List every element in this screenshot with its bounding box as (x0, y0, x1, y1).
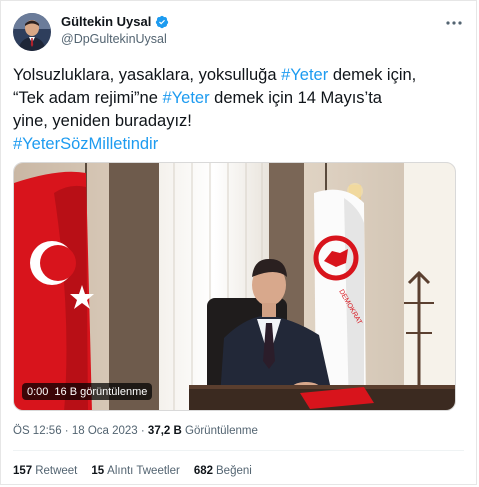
video-player[interactable]: DEMOKRAT 0:00 16 B görüntülenme (13, 162, 456, 411)
tweet-line-3: yine, yeniden buradayız! (13, 112, 192, 130)
tweet-card: Gültekin Uysal @DpGultekinUysal Yolsuzlu… (0, 0, 477, 485)
retweets-stat[interactable]: 157 Retweet (13, 465, 77, 477)
video-duration: 0:00 (27, 385, 49, 398)
video-frame: DEMOKRAT (14, 163, 455, 410)
tweet-text: Yolsuzluklara, yasaklara, yoksulluğa #Ye… (13, 64, 468, 156)
tweet-stats: 157 Retweet 15 Alıntı Tweetler 682 Beğeni (13, 465, 252, 477)
hashtag-link[interactable]: #Yeter (162, 89, 209, 107)
tweet-meta: ÖS 12:56 · 18 Oca 2023 · 37,2 B Görüntül… (13, 425, 258, 437)
author-name-row[interactable]: Gültekin Uysal (61, 14, 169, 29)
video-badge: 0:00 16 B görüntülenme (22, 383, 153, 400)
verified-badge-icon (156, 15, 169, 28)
author-name[interactable]: Gültekin Uysal (61, 14, 151, 29)
tweet-line-2: “Tek adam rejimi”ne #Yeter demek için 14… (13, 89, 382, 107)
likes-stat[interactable]: 682 Beğeni (194, 465, 252, 477)
hashtag-link[interactable]: #YeterSözMilletindir (13, 133, 468, 156)
avatar[interactable] (13, 13, 51, 51)
hashtag-link[interactable]: #Yeter (281, 66, 328, 84)
tweet-line-1: Yolsuzluklara, yasaklara, yoksulluğa #Ye… (13, 66, 417, 84)
more-dots-icon[interactable] (446, 15, 462, 25)
tweet-views-label: Görüntülenme (181, 425, 258, 437)
quote-tweets-stat[interactable]: 15 Alıntı Tweetler (91, 465, 179, 477)
tweet-date[interactable]: 18 Oca 2023 (72, 425, 138, 437)
video-views: 16 B görüntülenme (54, 385, 148, 398)
tweet-time[interactable]: ÖS 12:56 (13, 425, 62, 437)
author-handle[interactable]: @DpGultekinUysal (61, 32, 167, 46)
tweet-views-count: 37,2 B (147, 425, 182, 437)
divider (13, 450, 464, 451)
